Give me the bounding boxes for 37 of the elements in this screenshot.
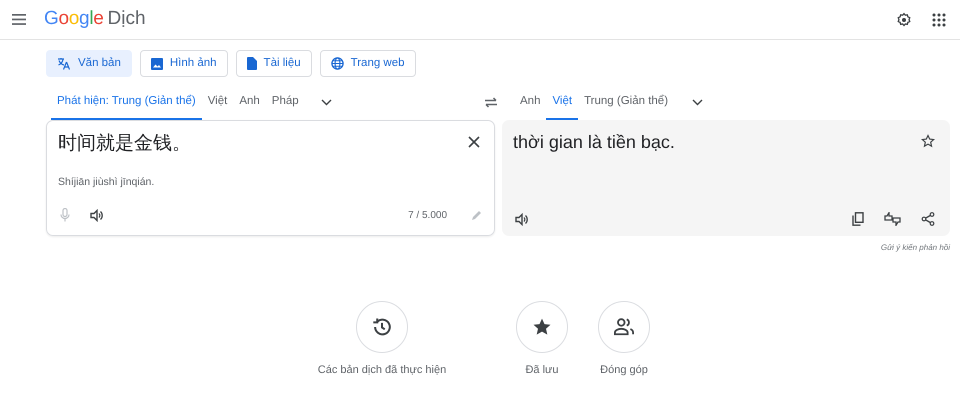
thumbs-icon[interactable] — [882, 210, 903, 228]
globe-icon — [330, 57, 344, 70]
mode-tab[interactable]: Tài liệu — [236, 50, 312, 77]
shortcut-label: Đóng góp — [600, 363, 648, 378]
feedback-link[interactable]: Gửi ý kiến phản hồi — [880, 242, 950, 254]
star-icon[interactable] — [919, 132, 937, 150]
character-count: 7 / 5.000 — [408, 208, 447, 223]
copy-icon[interactable] — [850, 210, 866, 228]
mode-tab[interactable]: Trang web — [320, 50, 416, 77]
product-name: Dịch — [108, 7, 146, 32]
close-icon[interactable] — [466, 134, 482, 150]
people-icon — [613, 317, 635, 338]
menu-icon[interactable] — [10, 12, 28, 27]
star-icon — [532, 317, 552, 338]
share-icon[interactable] — [919, 210, 937, 228]
romanization: Shíjiān jiùshì jīnqián. — [58, 174, 156, 190]
shortcut-label: Đã lưu — [525, 363, 559, 378]
image-icon — [150, 58, 163, 70]
document-icon — [246, 57, 257, 70]
mode-tab[interactable]: Hình ảnh — [140, 50, 228, 77]
speaker-icon[interactable] — [88, 206, 106, 224]
clock-icon — [371, 316, 393, 338]
shortcut-label: Các bản dịch đã thực hiện — [318, 363, 446, 378]
language-tab[interactable]: Anh — [233, 85, 266, 120]
logo[interactable]: Google — [44, 5, 104, 34]
language-tab[interactable]: Trung (Giản thể) — [578, 85, 674, 120]
language-tab[interactable]: Phát hiện: Trung (Giản thể) — [51, 85, 202, 120]
translation-text: thời gian là tiền bạc. — [513, 131, 675, 154]
language-tab[interactable]: Anh — [514, 85, 546, 120]
mode-tab[interactable]: Văn bản — [46, 50, 132, 77]
apps-icon[interactable] — [930, 10, 948, 28]
language-tab[interactable]: Việt — [202, 85, 234, 120]
language-tab[interactable]: Pháp — [266, 85, 305, 120]
speaker-icon[interactable] — [513, 210, 531, 228]
translate-icon — [57, 57, 71, 70]
swap-icon[interactable] — [482, 95, 500, 110]
source-text-field[interactable]: 时间就是金钱。 — [58, 130, 358, 159]
